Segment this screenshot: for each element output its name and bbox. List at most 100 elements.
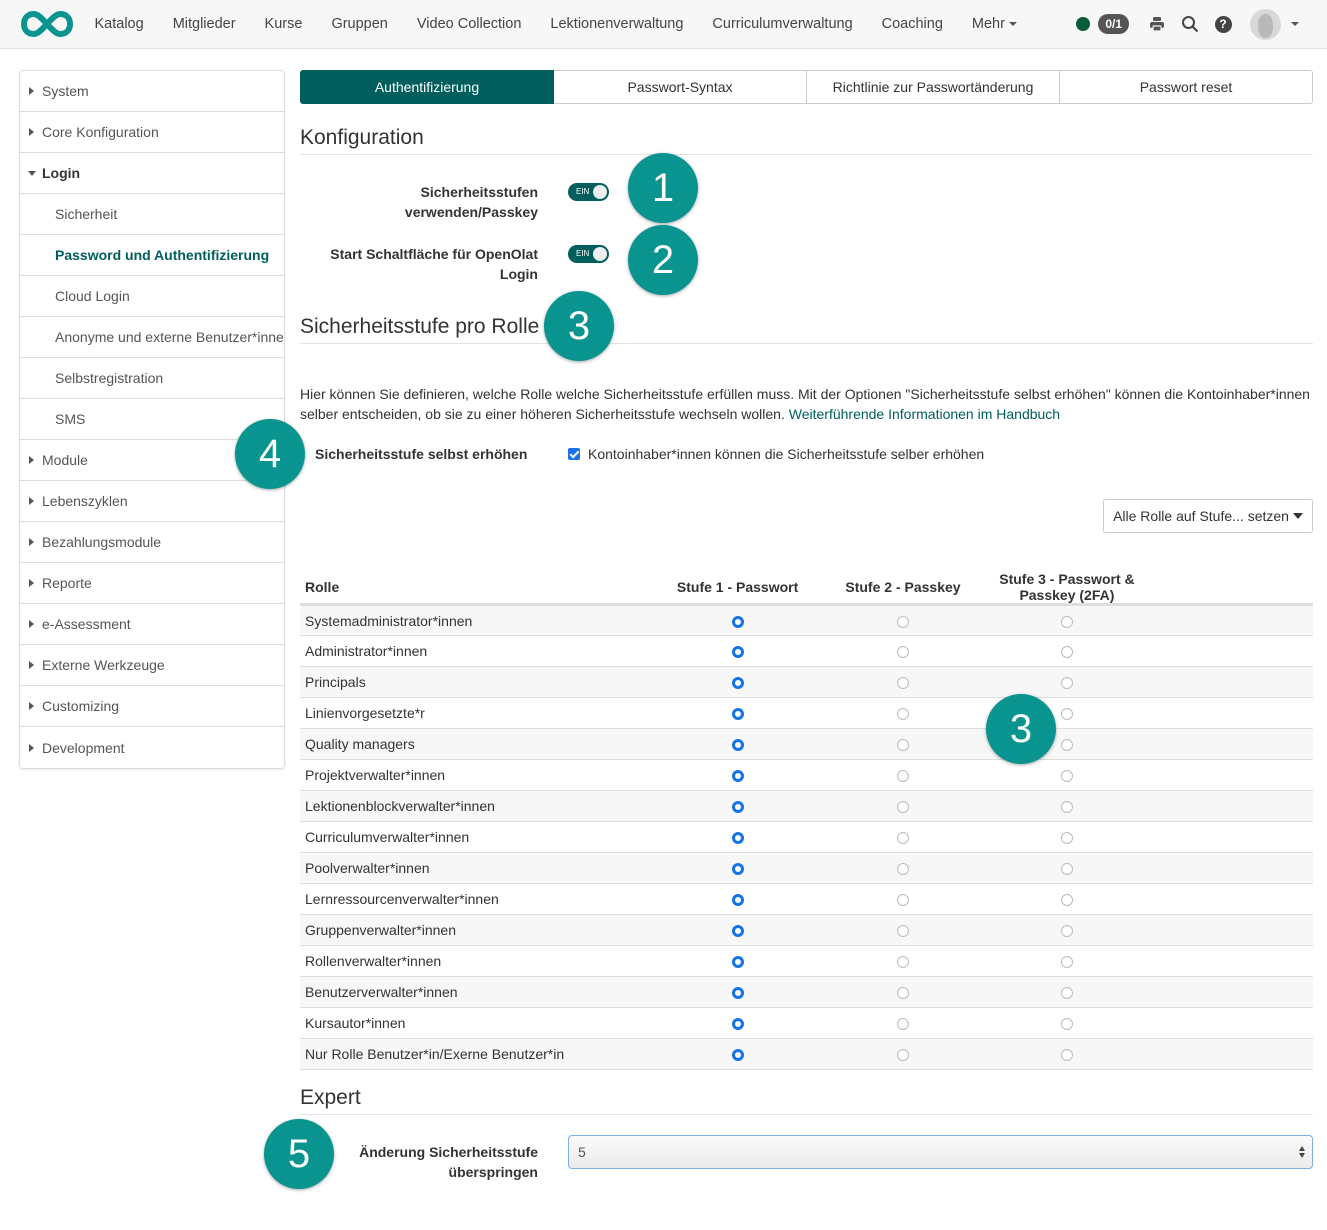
caret-down-icon [1008, 22, 1017, 27]
notification-badge[interactable]: 0/1 [1098, 14, 1129, 34]
level-1-radio[interactable] [731, 615, 744, 628]
level-2-radio[interactable] [896, 894, 909, 907]
level-2-radio[interactable] [896, 863, 909, 876]
level-1-radio[interactable] [731, 801, 744, 814]
nav-item[interactable]: Kurse [250, 16, 317, 32]
section-title-rolle: Sicherheitsstufe pro Rolle [300, 315, 540, 338]
tab[interactable]: Passwort-Syntax [554, 70, 807, 104]
handbook-link[interactable]: Weiterführende Informationen im Handbuch [789, 406, 1060, 422]
nav-item[interactable]: Lektionenverwaltung [536, 16, 698, 32]
nav-item[interactable]: Coaching [867, 16, 957, 32]
nav-item[interactable]: Gruppen [317, 16, 402, 32]
callout-badge: 3 [544, 291, 614, 361]
level-3-radio[interactable] [1060, 770, 1073, 783]
tab[interactable]: Richtlinie zur Passwortänderung [807, 70, 1060, 104]
sidebar-item[interactable]: Login [20, 153, 284, 194]
self-raise-checkbox[interactable] [568, 448, 580, 460]
section-description: Hier können Sie definieren, welche Rolle… [300, 384, 1313, 424]
level-2-radio[interactable] [896, 739, 909, 752]
level-3-radio[interactable] [1060, 1018, 1073, 1031]
level-2-radio[interactable] [896, 832, 909, 845]
set-all-roles-dropdown[interactable]: Alle Rolle auf Stufe... setzen [1103, 499, 1313, 533]
skip-level-select[interactable]: 5 [568, 1135, 1313, 1169]
sidebar-item[interactable]: Selbstregistration [20, 358, 284, 399]
caret-right-icon [29, 620, 34, 628]
search-icon[interactable] [1180, 14, 1200, 34]
level-1-radio[interactable] [731, 677, 744, 690]
level-2-radio[interactable] [896, 1049, 909, 1062]
level-3-radio[interactable] [1060, 646, 1073, 659]
column-header-stufe3: Stufe 3 - Passwort & Passkey (2FA) [965, 571, 1313, 606]
sidebar-item[interactable]: Externe Werkzeuge [20, 645, 284, 686]
sidebar-item[interactable]: Customizing [20, 686, 284, 727]
sidebar-item[interactable]: Development [20, 727, 284, 768]
security-levels-toggle[interactable]: EIN [568, 183, 609, 201]
level-3-radio[interactable] [1060, 925, 1073, 938]
sidebar-item[interactable]: Reporte [20, 563, 284, 604]
nav-item[interactable]: Curriculumverwaltung [698, 16, 867, 32]
level-2-radio[interactable] [896, 801, 909, 814]
level-1-radio[interactable] [731, 894, 744, 907]
level-1-radio[interactable] [731, 1049, 744, 1062]
level-3-radio[interactable] [1060, 987, 1073, 1000]
level-2-radio[interactable] [896, 677, 909, 690]
level-3-radio[interactable] [1060, 1049, 1073, 1062]
user-menu-caret-icon[interactable] [1291, 22, 1299, 26]
level-1-radio[interactable] [731, 863, 744, 876]
nav-item[interactable]: Video Collection [402, 16, 536, 32]
avatar[interactable] [1250, 8, 1281, 40]
help-icon[interactable]: ? [1213, 14, 1233, 34]
tab[interactable]: Passwort reset [1060, 70, 1313, 104]
status-dot-icon[interactable] [1076, 17, 1091, 31]
nav-more-menu[interactable]: Mehr [957, 16, 1031, 32]
level-3-radio[interactable] [1060, 708, 1073, 721]
nav-item[interactable]: Mitglieder [158, 16, 250, 32]
level-1-radio[interactable] [731, 987, 744, 1000]
level-1-radio[interactable] [731, 1018, 744, 1031]
level-2-radio[interactable] [896, 956, 909, 969]
sidebar-item[interactable]: Sicherheit [20, 194, 284, 235]
sidebar-item[interactable]: Cloud Login [20, 276, 284, 317]
level-3-radio[interactable] [1060, 956, 1073, 969]
nav-item[interactable]: Katalog [80, 16, 158, 32]
sidebar-item[interactable]: Anonyme und externe Benutzer*innen [20, 317, 284, 358]
table-row: Curriculumverwalter*innen [300, 821, 1313, 853]
level-2-radio[interactable] [896, 708, 909, 721]
level-1-radio[interactable] [731, 770, 744, 783]
start-button-toggle[interactable]: EIN [568, 245, 609, 263]
sidebar-item[interactable]: Core Konfiguration [20, 112, 284, 153]
main-nav: Katalog Mitglieder Kurse Gruppen Video Colle… [80, 0, 1031, 48]
self-raise-option[interactable]: Kontoinhaber*innen können die Sicherheit… [568, 446, 984, 462]
level-1-radio[interactable] [731, 708, 744, 721]
level-3-radio[interactable] [1060, 832, 1073, 845]
level-2-radio[interactable] [896, 987, 909, 1000]
openolat-logo-icon[interactable] [20, 10, 74, 38]
level-3-radio[interactable] [1060, 894, 1073, 907]
level-3-radio[interactable] [1060, 863, 1073, 876]
print-icon[interactable] [1147, 14, 1167, 34]
level-1-radio[interactable] [731, 739, 744, 752]
tab[interactable]: Authentifizierung [300, 70, 554, 104]
label-line: verwenden/Passkey [404, 204, 538, 220]
level-3-radio[interactable] [1060, 677, 1073, 690]
level-2-radio[interactable] [896, 925, 909, 938]
level-cell [965, 976, 1313, 1008]
level-2-radio[interactable] [896, 615, 909, 628]
level-3-radio[interactable] [1060, 801, 1073, 814]
column-header-role[interactable]: Rolle [300, 571, 636, 606]
level-1-radio[interactable] [731, 925, 744, 938]
level-2-radio[interactable] [896, 770, 909, 783]
level-2-radio[interactable] [896, 1018, 909, 1031]
level-1-radio[interactable] [731, 646, 744, 659]
level-2-radio[interactable] [896, 646, 909, 659]
level-1-radio[interactable] [731, 832, 744, 845]
divider [300, 1114, 1313, 1115]
sidebar-item[interactable]: Lebenszyklen [20, 481, 284, 522]
sidebar-item[interactable]: e-Assessment [20, 604, 284, 645]
level-1-radio[interactable] [731, 956, 744, 969]
sidebar-item[interactable]: System [20, 71, 284, 112]
sidebar-item[interactable]: Bezahlungsmodule [20, 522, 284, 563]
sidebar-item[interactable]: Password und Authentifizierung [20, 235, 284, 276]
level-3-radio[interactable] [1060, 615, 1073, 628]
level-3-radio[interactable] [1060, 739, 1073, 752]
